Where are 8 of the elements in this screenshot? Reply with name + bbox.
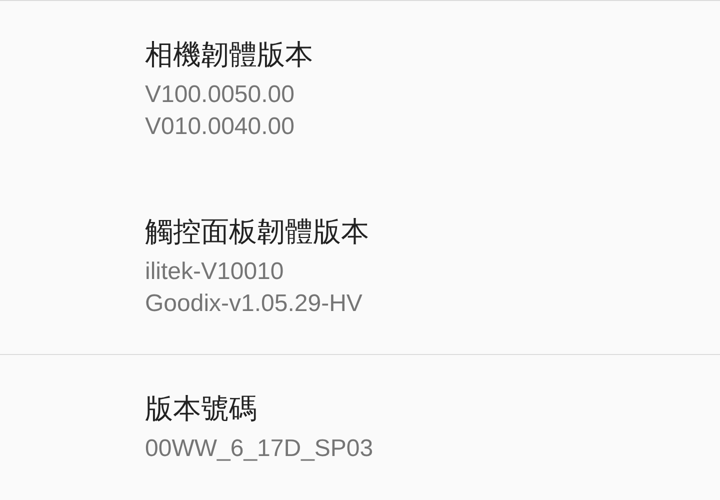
setting-value: V010.0040.00 (145, 112, 294, 142)
setting-value: Goodix-v1.05.29-HV (145, 289, 362, 319)
setting-value: ilitek-V10010 (145, 257, 284, 287)
setting-value: 00WW_6_17D_SP03 (145, 434, 374, 464)
setting-title: 版本號碼 (145, 392, 257, 426)
setting-value: V100.0050.00 (145, 80, 294, 110)
setting-title: 觸控面板韌體版本 (145, 215, 369, 249)
setting-title: 相機韌體版本 (145, 38, 313, 72)
